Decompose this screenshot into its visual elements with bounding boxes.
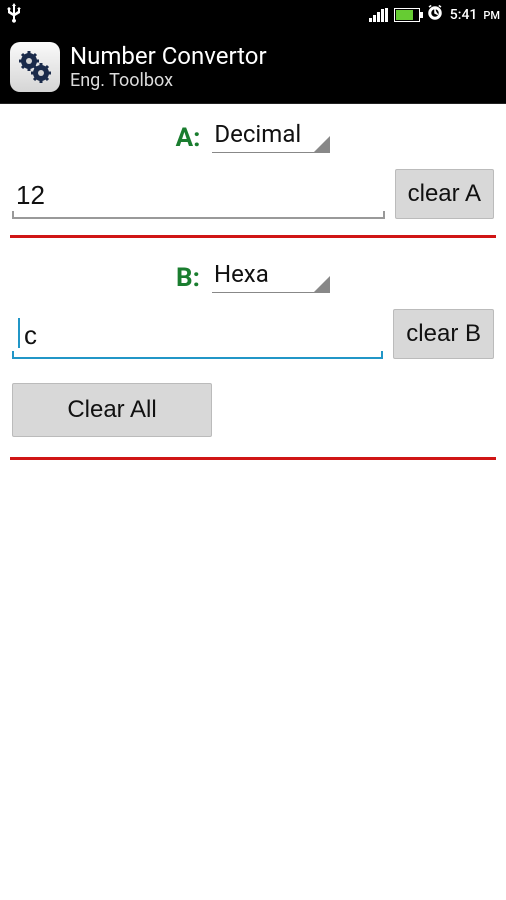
- app-subtitle: Eng. Toolbox: [70, 70, 267, 91]
- content: A: Decimal clear A B: Hexa clear B Clear…: [0, 104, 506, 460]
- input-a[interactable]: [12, 172, 385, 219]
- signal-icon: [369, 8, 388, 22]
- type-a-value: Decimal: [214, 120, 301, 148]
- divider: [10, 457, 496, 460]
- input-b[interactable]: [12, 312, 383, 359]
- app-title: Number Convertor: [70, 42, 267, 70]
- status-ampm: PM: [483, 9, 500, 22]
- usb-icon: [6, 3, 22, 27]
- label-b: B:: [176, 263, 200, 293]
- app-icon: [10, 42, 60, 92]
- alarm-icon: [426, 4, 444, 26]
- status-bar: 5:41 PM: [0, 0, 506, 30]
- type-a-spinner[interactable]: Decimal: [212, 120, 330, 153]
- battery-icon: [394, 8, 420, 22]
- divider: [10, 235, 496, 238]
- clear-all-button[interactable]: Clear All: [12, 383, 212, 437]
- clear-b-button[interactable]: clear B: [393, 309, 494, 359]
- type-b-spinner[interactable]: Hexa: [212, 260, 330, 293]
- status-time: 5:41: [450, 7, 478, 23]
- app-bar: Number Convertor Eng. Toolbox: [0, 30, 506, 104]
- type-b-value: Hexa: [214, 260, 269, 288]
- clear-a-button[interactable]: clear A: [395, 169, 494, 219]
- label-a: A:: [176, 123, 201, 153]
